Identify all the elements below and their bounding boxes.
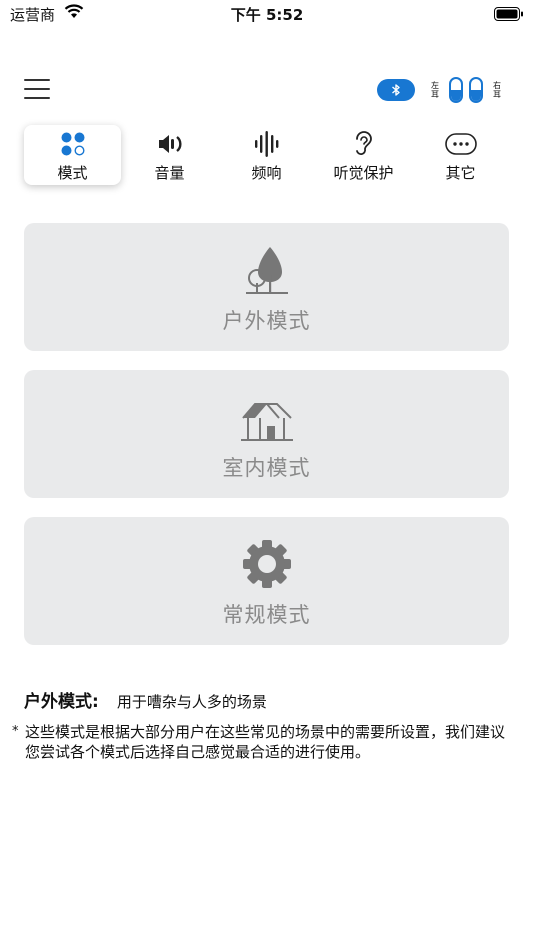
hamburger-icon[interactable] — [24, 77, 50, 101]
tab-label: 模式 — [57, 164, 88, 182]
card-label: 户外模式 — [222, 309, 311, 333]
tab-label: 音量 — [154, 164, 185, 182]
tab-other[interactable]: 其它 — [412, 125, 509, 185]
mode-description: 户外模式: 用于嘈杂与人多的场景 — [24, 687, 514, 712]
house-icon — [24, 388, 509, 442]
indoor-mode-button[interactable]: 室内模式 — [24, 370, 509, 498]
tab-mode[interactable]: 模式 — [24, 125, 121, 185]
card-label: 室内模式 — [222, 456, 311, 480]
tab-frequency[interactable]: 频响 — [218, 125, 315, 185]
tab-label: 频响 — [251, 164, 282, 182]
bluetooth-icon — [392, 84, 400, 96]
note-text: 这些模式是根据大部分用户在这些常见的场景中的需要所设置，我们建议您尝试各个模式后… — [25, 723, 506, 761]
gear-icon — [24, 535, 509, 589]
volume-icon — [121, 131, 218, 157]
general-mode-button[interactable]: 常规模式 — [24, 517, 509, 645]
clock: 下午 5:52 — [230, 6, 304, 24]
left-earbud-battery — [449, 77, 463, 103]
description-text: 用于嘈杂与人多的场景 — [116, 693, 267, 711]
mode-dots-icon — [24, 131, 121, 157]
ear-icon — [315, 131, 412, 157]
tab-label: 听觉保护 — [333, 164, 394, 182]
mode-note: * 这些模式是根据大部分用户在这些常见的场景中的需要所设置，我们建议您尝试各个模… — [12, 722, 512, 762]
outdoor-mode-button[interactable]: 户外模式 — [24, 223, 509, 351]
tab-hearing-protection[interactable]: 听觉保护 — [315, 125, 412, 185]
right-ear-label: 右耳 — [493, 81, 501, 99]
tab-volume[interactable]: 音量 — [121, 125, 218, 185]
more-dots-icon — [412, 131, 509, 157]
bluetooth-status[interactable] — [377, 79, 415, 101]
left-ear-label: 左耳 — [431, 81, 439, 99]
tree-icon — [24, 241, 509, 295]
frequency-bars-icon — [218, 131, 315, 157]
card-label: 常规模式 — [222, 603, 311, 627]
description-title: 户外模式: — [24, 692, 99, 712]
battery-icon — [494, 6, 524, 25]
note-asterisk: * — [12, 724, 19, 739]
tab-label: 其它 — [445, 164, 476, 182]
tab-bar: 模式 音量 频响 听觉保护 其它 — [24, 125, 508, 185]
right-earbud-battery — [469, 77, 483, 103]
status-bar: 运营商 下午 5:52 — [0, 0, 534, 30]
screen: 运营商 下午 5:52 左耳 右耳 模式 音量 频响 听觉保护 其它 户外模式 … — [0, 0, 534, 950]
